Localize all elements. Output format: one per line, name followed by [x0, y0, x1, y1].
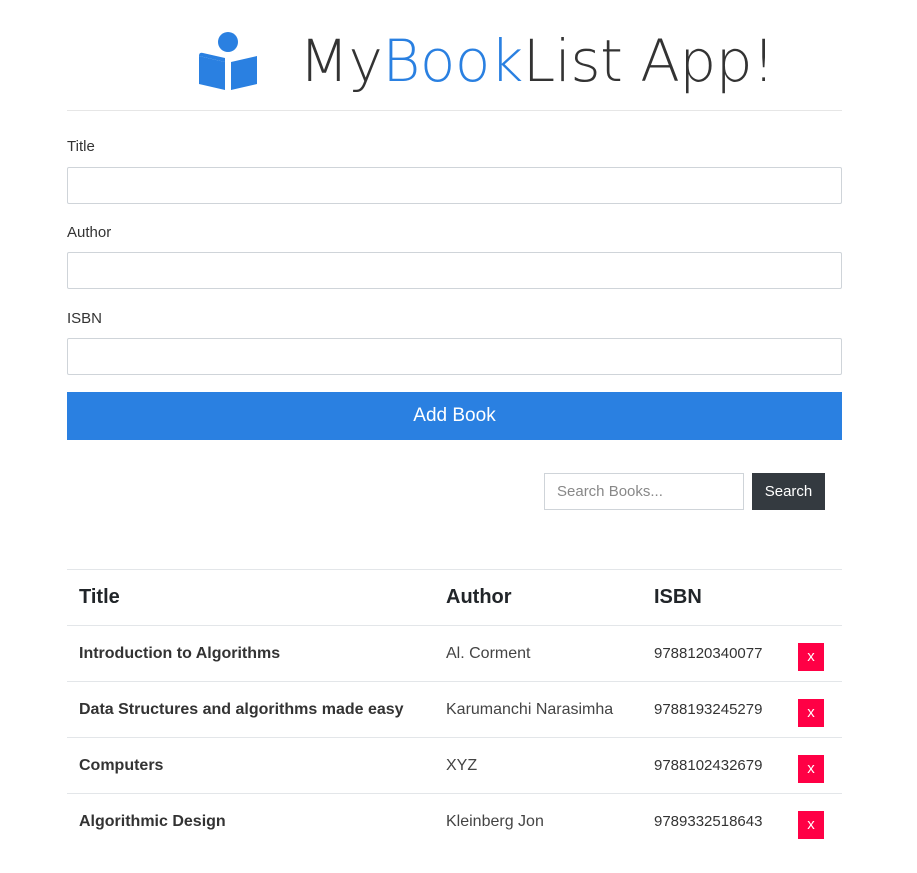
table-row: Algorithmic Design Kleinberg Jon 9789332…	[67, 793, 842, 849]
book-author: XYZ	[446, 756, 478, 774]
book-title: Introduction to Algorithms	[79, 644, 281, 662]
table-row: Introduction to Algorithms Al. Corment 9…	[67, 625, 842, 681]
search-placeholder: Search Books...	[557, 483, 663, 500]
book-isbn: 9788102432679	[654, 757, 763, 774]
search-input[interactable]: Search Books...	[544, 473, 744, 510]
book-isbn: 9789332518643	[654, 813, 763, 830]
column-header-author: Author	[446, 586, 512, 608]
delete-button[interactable]: x	[798, 754, 824, 783]
delete-cell: x	[798, 738, 824, 793]
title-prefix: My	[299, 27, 383, 95]
delete-cell: x	[798, 682, 824, 737]
book-title: Algorithmic Design	[79, 812, 226, 830]
isbn-label: ISBN	[67, 310, 103, 327]
title-label: Title	[67, 138, 95, 155]
book-reader-icon	[199, 32, 257, 90]
isbn-input[interactable]	[67, 338, 842, 375]
book-isbn: 9788120340077	[654, 645, 763, 662]
table-row: Computers XYZ 9788102432679 x	[67, 737, 842, 793]
table-header-row: Title Author ISBN	[67, 569, 842, 625]
delete-cell: x	[798, 794, 824, 849]
title-accent: Book	[382, 27, 523, 95]
table-row: Data Structures and algorithms made easy…	[67, 681, 842, 737]
app-title: MyBookList App!	[299, 26, 775, 96]
add-book-button[interactable]: Add Book	[67, 392, 842, 440]
book-isbn: 9788193245279	[654, 701, 763, 718]
delete-button[interactable]: x	[798, 698, 824, 727]
app: MyBookList App! Title Author ISBN Add Bo…	[0, 0, 917, 873]
title-input[interactable]	[67, 167, 842, 204]
app-header: MyBookList App!	[67, 22, 842, 111]
book-author: Kleinberg Jon	[446, 812, 544, 830]
delete-button[interactable]: x	[798, 642, 824, 671]
author-input[interactable]	[67, 252, 842, 289]
book-table: Title Author ISBN Introduction to Algori…	[67, 569, 842, 849]
delete-cell: x	[798, 626, 824, 681]
column-header-isbn: ISBN	[654, 586, 702, 608]
book-title: Computers	[79, 756, 164, 774]
column-header-title: Title	[79, 586, 120, 608]
search-button[interactable]: Search	[752, 473, 825, 510]
book-title: Data Structures and algorithms made easy	[79, 700, 404, 718]
book-author: Karumanchi Narasimha	[446, 700, 614, 718]
book-author: Al. Corment	[446, 644, 531, 662]
title-suffix: List App!	[522, 27, 775, 95]
author-label: Author	[67, 224, 112, 241]
delete-button[interactable]: x	[798, 810, 824, 839]
